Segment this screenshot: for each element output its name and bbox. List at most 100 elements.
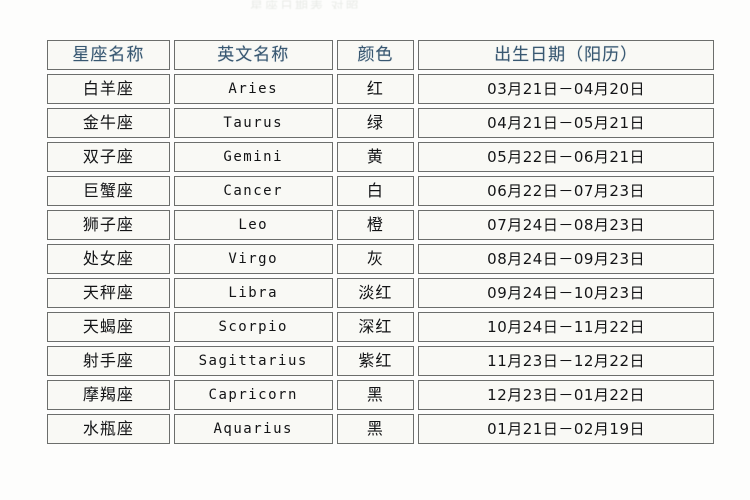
zodiac-constellation-table: 星座名称 英文名称 颜色 出生日期（阳历） 白羊座 Aries 红 03月21日－04… (43, 36, 718, 448)
cell-english-name: Leo (173, 210, 333, 240)
column-header-birth-date: 出生日期（阳历） (418, 40, 714, 70)
cell-constellation-name-label: 摩羯座 (82, 385, 134, 404)
cell-constellation-name: 双子座 (47, 142, 170, 172)
cell-color: 红 (336, 74, 415, 104)
table-row: 双子座 Gemini 黄 05月22日－06月21日 (47, 142, 714, 172)
cell-color: 白 (336, 176, 415, 206)
cell-color-label: 紫红 (358, 351, 393, 370)
cell-constellation-name: 天秤座 (47, 278, 170, 308)
cell-constellation-name-label: 双子座 (82, 147, 134, 166)
cell-english-name: Aries (173, 74, 333, 104)
cell-constellation-name: 处女座 (47, 244, 170, 274)
cell-birth-date-label: 05月22日－06月21日 (487, 147, 646, 166)
cell-color: 黑 (336, 380, 415, 410)
cell-color: 黑 (336, 414, 415, 444)
cell-english-name-label: Cancer (223, 183, 283, 199)
cell-birth-date: 07月24日－08月23日 (418, 210, 714, 240)
cell-constellation-name-label: 巨蟹座 (82, 181, 134, 200)
cell-color: 深红 (336, 312, 415, 342)
cell-english-name-label: Virgo (228, 251, 279, 267)
table-row: 狮子座 Leo 橙 07月24日－08月23日 (47, 210, 714, 240)
column-header-label: 颜色 (357, 44, 394, 65)
cell-color-label: 灰 (366, 249, 384, 268)
cell-english-name-label: Libra (228, 285, 279, 301)
cell-constellation-name-label: 水瓶座 (82, 419, 134, 438)
cell-color-label: 黑 (366, 385, 384, 404)
column-header-label: 英文名称 (217, 44, 290, 65)
cell-english-name: Aquarius (173, 414, 333, 444)
cell-birth-date-label: 10月24日－11月22日 (487, 317, 646, 336)
cell-color-label: 橙 (366, 215, 384, 234)
column-header-label: 星座名称 (72, 44, 145, 65)
cell-constellation-name-label: 处女座 (82, 249, 134, 268)
cell-english-name: Virgo (173, 244, 333, 274)
cell-color: 灰 (336, 244, 415, 274)
cell-color-label: 黑 (366, 419, 384, 438)
cell-english-name-label: Taurus (223, 115, 283, 131)
cell-english-name: Libra (173, 278, 333, 308)
cell-birth-date-label: 08月24日－09月23日 (487, 249, 646, 268)
cell-constellation-name: 天蝎座 (47, 312, 170, 342)
cell-color: 橙 (336, 210, 415, 240)
cell-constellation-name: 水瓶座 (47, 414, 170, 444)
cell-color-label: 白 (366, 181, 384, 200)
cell-english-name-label: Aries (228, 81, 279, 97)
cell-constellation-name: 狮子座 (47, 210, 170, 240)
cell-birth-date: 10月24日－11月22日 (418, 312, 714, 342)
column-header-label: 出生日期（阳历） (494, 44, 639, 65)
table-row: 天蝎座 Scorpio 深红 10月24日－11月22日 (47, 312, 714, 342)
cell-birth-date-label: 06月22日－07月23日 (487, 181, 646, 200)
cell-birth-date: 03月21日－04月20日 (418, 74, 714, 104)
cell-color-label: 黄 (366, 147, 384, 166)
cell-english-name-label: Capricorn (208, 387, 298, 403)
table-row: 金牛座 Taurus 绿 04月21日－05月21日 (47, 108, 714, 138)
cell-english-name: Cancer (173, 176, 333, 206)
cell-english-name: Capricorn (173, 380, 333, 410)
cell-constellation-name: 巨蟹座 (47, 176, 170, 206)
cell-birth-date-label: 04月21日－05月21日 (487, 113, 646, 132)
column-header-english-name: 英文名称 (173, 40, 333, 70)
cell-birth-date: 06月22日－07月23日 (418, 176, 714, 206)
table-header-row: 星座名称 英文名称 颜色 出生日期（阳历） (47, 40, 714, 70)
table-row: 射手座 Sagittarius 紫红 11月23日－12月22日 (47, 346, 714, 376)
table-row: 水瓶座 Aquarius 黑 01月21日－02月19日 (47, 414, 714, 444)
cell-constellation-name-label: 狮子座 (82, 215, 134, 234)
cell-constellation-name: 摩羯座 (47, 380, 170, 410)
cell-english-name-label: Sagittarius (198, 353, 308, 369)
cell-birth-date: 04月21日－05月21日 (418, 108, 714, 138)
cell-birth-date-label: 03月21日－04月20日 (487, 79, 646, 98)
cell-constellation-name-label: 白羊座 (82, 79, 134, 98)
cell-birth-date: 01月21日－02月19日 (418, 414, 714, 444)
cell-birth-date: 12月23日－01月22日 (418, 380, 714, 410)
table-row: 处女座 Virgo 灰 08月24日－09月23日 (47, 244, 714, 274)
cell-constellation-name: 金牛座 (47, 108, 170, 138)
cell-english-name-label: Scorpio (218, 319, 288, 335)
table-row: 巨蟹座 Cancer 白 06月22日－07月23日 (47, 176, 714, 206)
cell-birth-date-label: 12月23日－01月22日 (487, 385, 646, 404)
cell-birth-date-label: 09月24日－10月23日 (487, 283, 646, 302)
cell-color-label: 红 (366, 79, 384, 98)
column-header-constellation-name: 星座名称 (47, 40, 170, 70)
cell-birth-date-label: 01月21日－02月19日 (487, 419, 646, 438)
cell-english-name-label: Aquarius (213, 421, 293, 437)
cell-constellation-name-label: 天秤座 (82, 283, 134, 302)
cell-birth-date: 05月22日－06月21日 (418, 142, 714, 172)
cell-constellation-name-label: 射手座 (82, 351, 134, 370)
cell-english-name: Taurus (173, 108, 333, 138)
cell-english-name: Sagittarius (173, 346, 333, 376)
cell-birth-date-label: 11月23日－12月22日 (487, 351, 646, 370)
cell-birth-date: 11月23日－12月22日 (418, 346, 714, 376)
cell-constellation-name: 白羊座 (47, 74, 170, 104)
cell-color-label: 绿 (366, 113, 384, 132)
cell-constellation-name: 射手座 (47, 346, 170, 376)
cell-birth-date-label: 07月24日－08月23日 (487, 215, 646, 234)
table-body: 白羊座 Aries 红 03月21日－04月20日金牛座 Taurus 绿 04月21日－0… (47, 74, 714, 444)
cell-english-name: Scorpio (173, 312, 333, 342)
cell-color: 紫红 (336, 346, 415, 376)
cell-english-name-label: Gemini (223, 149, 283, 165)
table-row: 天秤座 Libra 淡红 09月24日－10月23日 (47, 278, 714, 308)
cell-color: 淡红 (336, 278, 415, 308)
cell-color: 绿 (336, 108, 415, 138)
table-header: 星座名称 英文名称 颜色 出生日期（阳历） (47, 40, 714, 70)
cropped-title-sliver: 星座日期表 对照 (250, 0, 361, 9)
